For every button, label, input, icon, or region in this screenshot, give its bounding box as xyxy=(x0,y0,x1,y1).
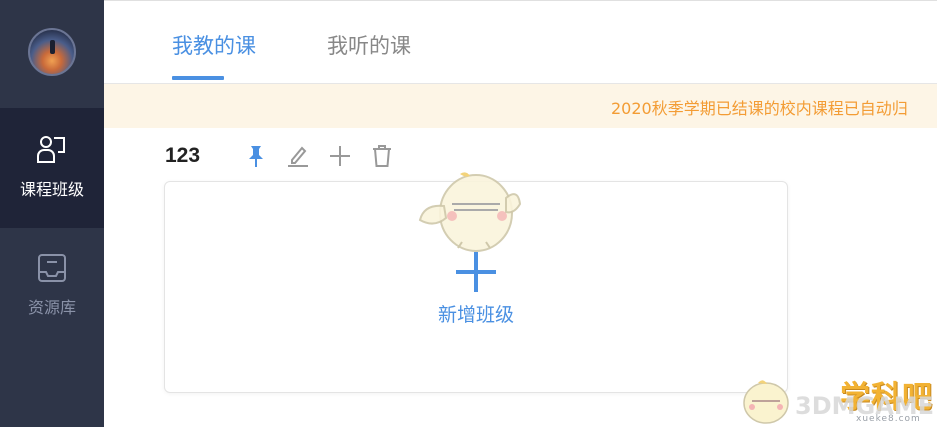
notice-banner: 2020秋季学期已结课的校内课程已自动归 xyxy=(104,84,937,128)
app-root: 课程班级 资源库 我教的课 我听的课 2020秋季学期已结课的校内课程已自动归 … xyxy=(0,0,937,427)
pin-icon[interactable] xyxy=(244,142,268,170)
avatar-area xyxy=(0,0,104,106)
notice-text: 2020秋季学期已结课的校内课程已自动归 xyxy=(611,99,908,118)
sidebar-item-label: 课程班级 xyxy=(19,180,84,199)
group-title: 123 xyxy=(165,144,201,167)
tab-bar: 我教的课 我听的课 xyxy=(104,0,937,84)
delete-icon[interactable] xyxy=(370,142,394,170)
sidebar-item-label: 资源库 xyxy=(27,298,76,317)
sidebar: 课程班级 资源库 xyxy=(0,0,104,427)
sidebar-item-classes[interactable]: 课程班级 xyxy=(0,108,104,228)
mascot-watermark xyxy=(418,172,522,252)
inbox-icon xyxy=(38,254,66,282)
add-class-plus-icon[interactable] xyxy=(456,252,496,292)
add-class-label[interactable]: 新增班级 xyxy=(370,300,582,327)
avatar[interactable] xyxy=(28,28,76,76)
edit-icon[interactable] xyxy=(286,142,310,170)
sidebar-item-resources[interactable]: 资源库 xyxy=(0,228,104,348)
active-tab-indicator xyxy=(172,76,224,80)
plus-icon[interactable] xyxy=(328,142,352,170)
tab-teaching[interactable]: 我教的课 xyxy=(172,30,256,60)
tab-attending[interactable]: 我听的课 xyxy=(327,30,411,60)
watermark-url: xueke8.com xyxy=(856,414,921,424)
class-icon xyxy=(37,136,65,163)
